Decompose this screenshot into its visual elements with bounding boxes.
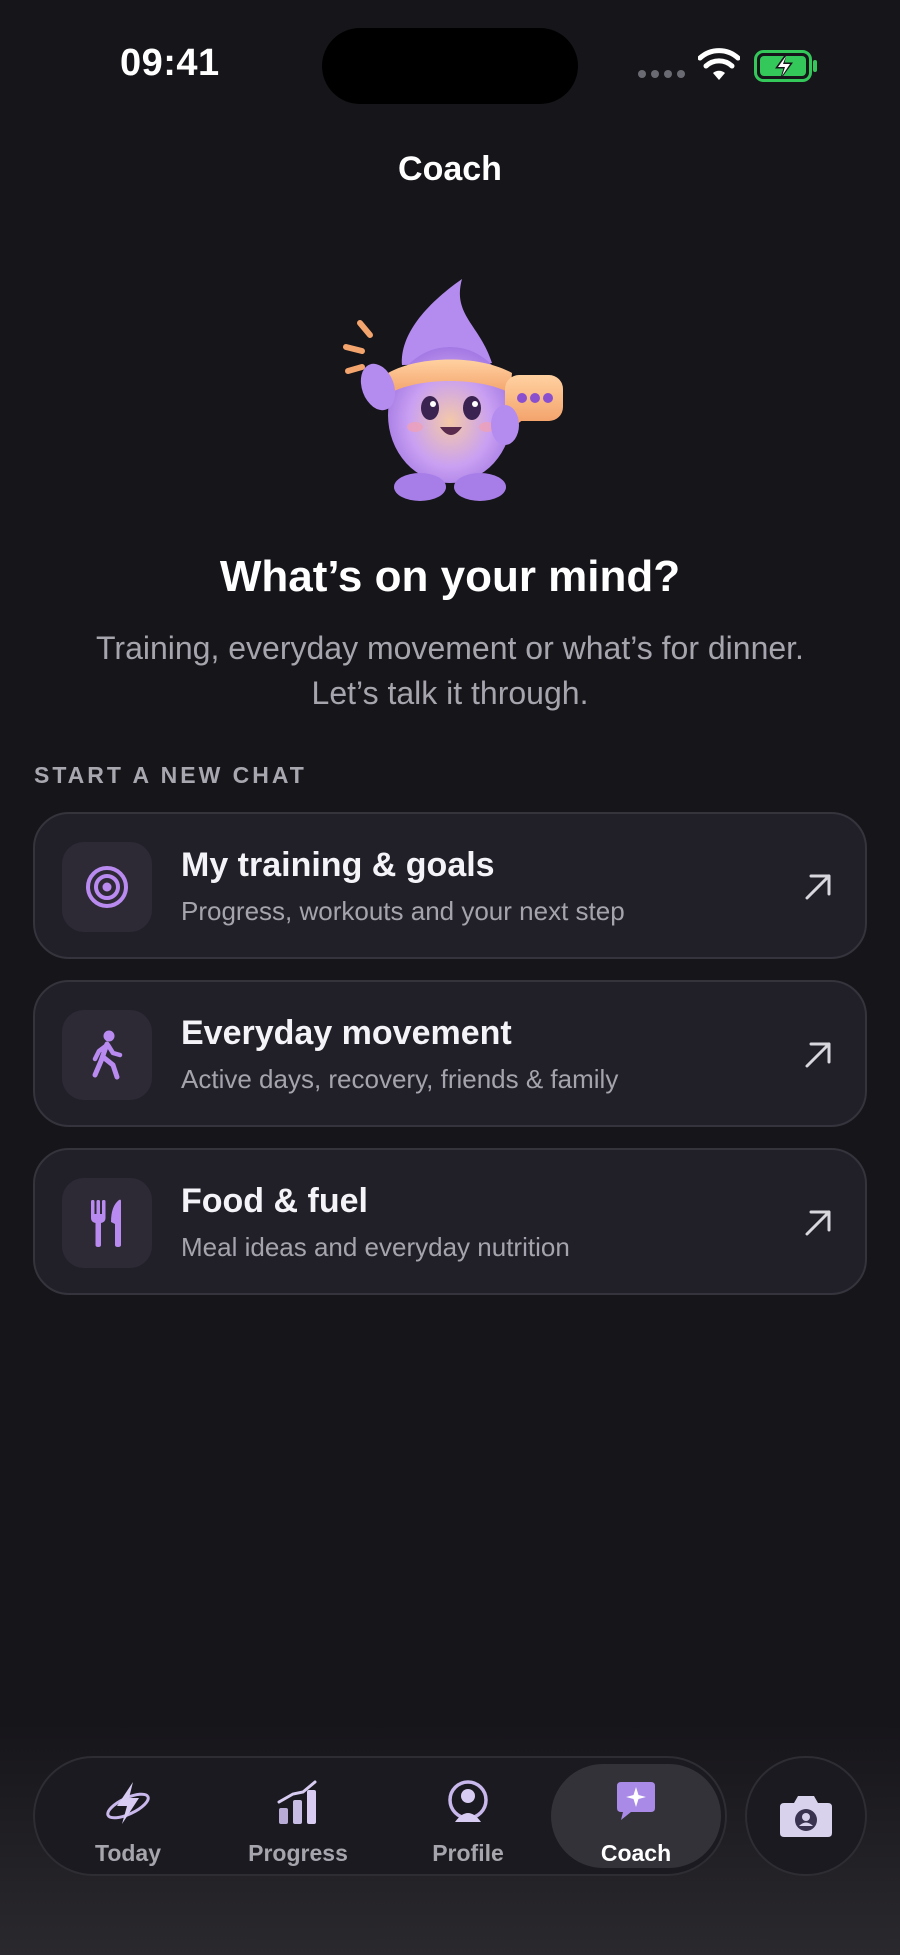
lightning-icon [106, 1782, 150, 1824]
tab-progress[interactable]: Progress [213, 1758, 383, 1874]
tab-label: Coach [600, 1840, 672, 1866]
intro-subtitle-line2: Let’s talk it through. [311, 675, 589, 711]
coach-mascot-illustration [343, 279, 563, 501]
page-title: Coach [398, 150, 502, 188]
walking-icon [92, 1030, 123, 1080]
fork-knife-icon [91, 1199, 121, 1247]
arrow-up-right-icon [805, 1042, 831, 1068]
target-icon [86, 866, 128, 908]
dynamic-island [322, 28, 578, 104]
arrow-up-right-icon [805, 1210, 831, 1236]
card-title: Everyday movement [181, 1014, 512, 1052]
chat-option-everyday-movement[interactable]: Everyday movement Active days, recovery,… [33, 980, 867, 1127]
tab-label: Profile [432, 1840, 504, 1866]
card-icon-box [62, 1010, 152, 1100]
chat-option-training-goals[interactable]: My training & goals Progress, workouts a… [33, 812, 867, 959]
tab-label: Progress [248, 1840, 348, 1866]
card-subtitle: Meal ideas and everyday nutrition [181, 1232, 570, 1262]
cellular-signal-icon [638, 70, 685, 78]
battery-icon [754, 50, 817, 82]
tab-today[interactable]: Today [43, 1758, 213, 1874]
card-subtitle: Progress, workouts and your next step [181, 896, 625, 926]
card-icon-box [62, 1178, 152, 1268]
intro-subtitle-line1: Training, everyday movement or what’s fo… [96, 630, 804, 666]
tab-label: Today [94, 1840, 162, 1866]
arrow-up-right-icon [805, 874, 831, 900]
intro-subtitle: Training, everyday movement or what’s fo… [40, 626, 860, 716]
intro-headline: What’s on your mind? [219, 552, 681, 601]
section-label: START A NEW CHAT [34, 762, 307, 788]
status-bar: 09:41 [0, 0, 900, 130]
profile-icon [448, 1780, 488, 1822]
camera-icon [780, 1796, 832, 1837]
status-time: 09:41 [120, 42, 220, 84]
tab-bar: Today Progress Profile Coach [33, 1756, 727, 1876]
card-icon-box [62, 842, 152, 932]
wifi-icon [698, 48, 740, 80]
chat-option-food-fuel[interactable]: Food & fuel Meal ideas and everyday nutr… [33, 1148, 867, 1295]
card-title: Food & fuel [181, 1182, 368, 1220]
card-title: My training & goals [181, 846, 495, 884]
chat-sparkle-icon [617, 1782, 655, 1820]
tab-coach[interactable]: Coach [551, 1764, 721, 1868]
card-subtitle: Active days, recovery, friends & family [181, 1064, 619, 1094]
bar-chart-icon [277, 1780, 317, 1824]
camera-button[interactable] [745, 1756, 867, 1876]
tab-profile[interactable]: Profile [383, 1758, 553, 1874]
